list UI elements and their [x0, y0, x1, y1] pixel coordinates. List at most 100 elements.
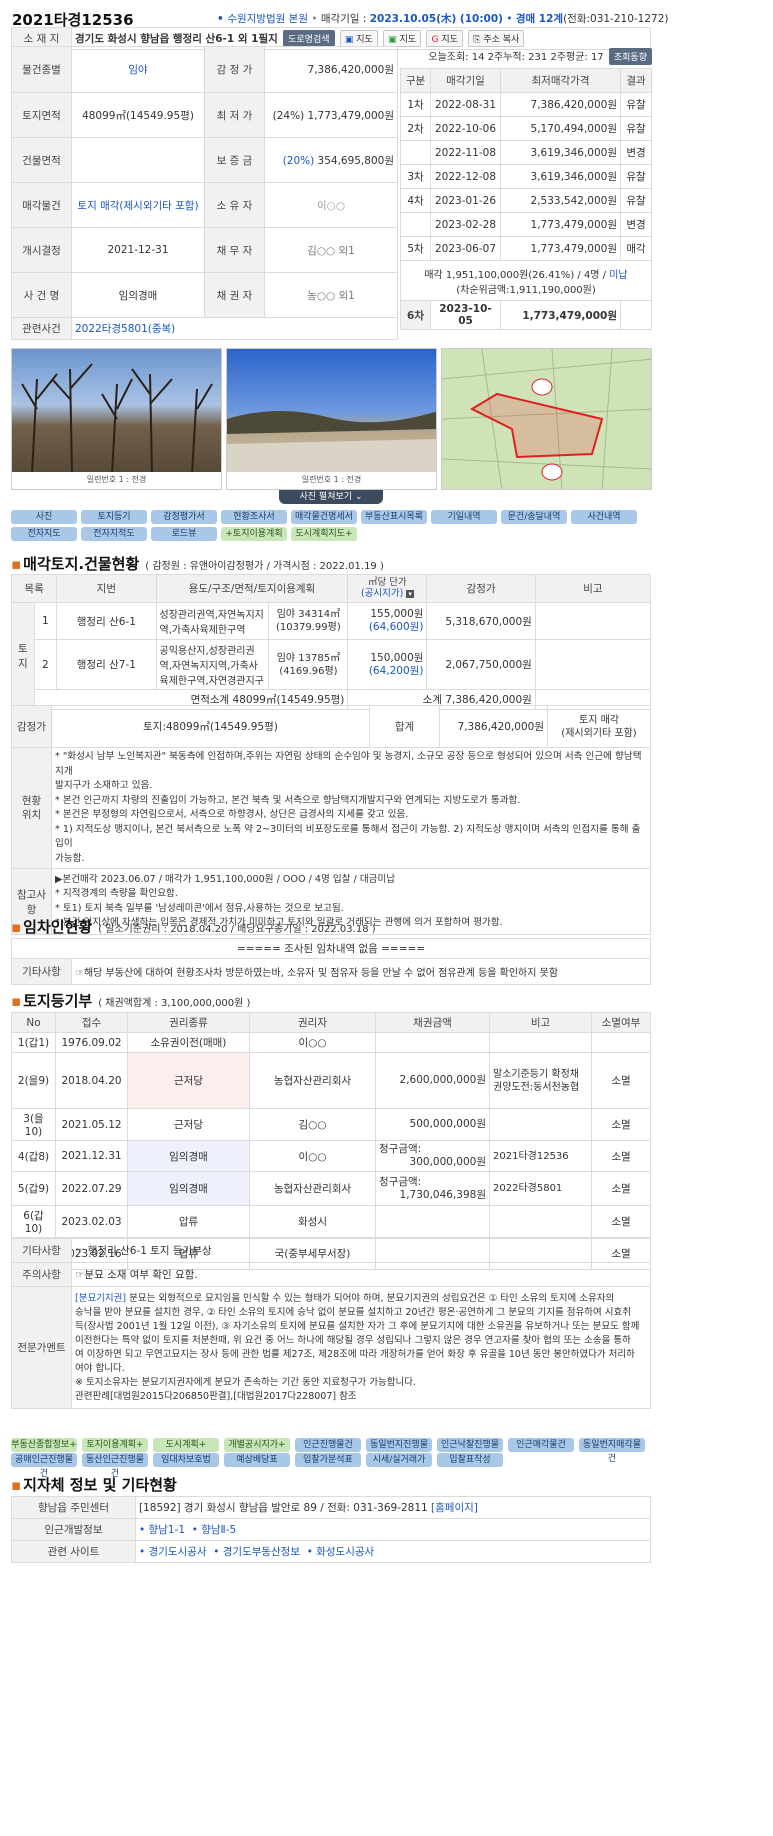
- land-table: 목록 지번 용도/구조/면적/토지이용계획 ㎡당 단가 (공시지가) ▾ 감정가 …: [10, 574, 652, 710]
- road-search-button[interactable]: 도로명검색: [283, 30, 335, 47]
- appraisal-table: 감정가 토지:48099㎡(14549.95평) 합계 7,386,420,00…: [11, 705, 651, 935]
- docrow-button[interactable]: 전자지도: [11, 527, 77, 541]
- copy-address-button[interactable]: ⎘ 주소 복사: [468, 30, 525, 47]
- sale-item[interactable]: 토지 매각(제시외기타 포함): [71, 182, 205, 228]
- docrow-button[interactable]: 현황조사서: [221, 510, 287, 524]
- docrow-button[interactable]: 사건내역: [571, 510, 637, 524]
- debtor: 김○○ 외1: [264, 227, 398, 273]
- homepage-link[interactable]: [홈페이지]: [431, 1502, 478, 1514]
- appraisal-land: 토지:48099㎡(14549.95평): [51, 705, 370, 748]
- photo-1[interactable]: 일련번호 1 : 전경: [11, 348, 222, 490]
- extrarow-button[interactable]: 도시계획+: [153, 1438, 219, 1452]
- tenant-etc: ☞해당 부동산에 대하여 현황조사차 방문하였는바, 소유자 및 점유자 등을 …: [71, 958, 651, 985]
- extrarow-button[interactable]: 임대차보호법: [153, 1453, 219, 1467]
- extrarow-button[interactable]: 예상배당표: [224, 1453, 290, 1467]
- dept-link[interactable]: 경매 12계: [516, 13, 563, 25]
- related-case-link[interactable]: 2022타경5801(중복): [71, 317, 398, 340]
- docrow-button[interactable]: 문건/송달내역: [501, 510, 567, 524]
- view-all-photos-button[interactable]: 사진 펼쳐보기 ⌄: [279, 490, 383, 504]
- docrow-button[interactable]: 부동산표시목록: [361, 510, 427, 524]
- info-icon[interactable]: ▾: [406, 590, 414, 598]
- sale-date-label: 매각기일 :: [320, 13, 370, 25]
- site-link-3[interactable]: • 화성도시공사: [307, 1546, 375, 1558]
- view-stats: 오늘조회: 14 2주누적: 231 2주평균: 17 조회동향: [400, 48, 652, 66]
- cadastral-map-image: [442, 349, 651, 489]
- map-icon: ▣: [344, 35, 354, 45]
- extrarow-button[interactable]: 인근매각물건: [508, 1438, 574, 1452]
- extrarow-button[interactable]: 인근진행물건: [295, 1438, 361, 1452]
- sold-summary: 매각 1,951,100,000원(26.41%) / 4명 / 미납 (차순위…: [400, 260, 652, 301]
- extrarow-button[interactable]: 부동산종합정보+: [11, 1438, 77, 1452]
- docrow-button[interactable]: 감정평가서: [151, 510, 217, 524]
- site-link-1[interactable]: • 경기도시공사: [139, 1546, 207, 1558]
- photo-2[interactable]: 일련번호 1 : 전경: [226, 348, 437, 490]
- registry-notes-table: 기타사항 ☞ 행정리 산6-1 토지 등기부상 주의사항 ☞분묘 소재 여부 확…: [11, 1238, 651, 1409]
- sale-date: 2023.10.05(木) (10:00): [369, 13, 503, 25]
- registry-row: 3(을10) 2021.05.12 근저당 김○○ 500,000,000원 소멸: [11, 1108, 651, 1141]
- history-row: 2022-11-08 3,619,346,000원 변경: [400, 140, 652, 165]
- history-row: 1차 2022-08-31 7,386,420,000원 유찰: [400, 92, 652, 117]
- docrow-button[interactable]: 매각물건명세서: [291, 510, 357, 524]
- location-value: 경기도 화성시 향남읍 행정리 산6-1 외 1필지: [75, 33, 278, 45]
- dev-link-1[interactable]: • 향남1-1: [139, 1524, 185, 1536]
- related-case-label: 관련사건: [11, 317, 72, 340]
- map-button-3[interactable]: G 지도: [426, 30, 463, 47]
- appraisal-sum: 7,386,420,000원: [439, 705, 548, 748]
- dev-link-2[interactable]: • 향남Ⅱ-5: [192, 1524, 237, 1536]
- history-row: 4차 2023-01-26 2,533,542,000원 유찰: [400, 188, 652, 213]
- site-link-2[interactable]: • 경기도부동산정보: [213, 1546, 300, 1558]
- view-trend-button[interactable]: 조회동향: [608, 48, 652, 65]
- docrow-button[interactable]: 토지등기: [81, 510, 147, 524]
- extrarow-button[interactable]: 입찰표작성: [437, 1453, 503, 1467]
- map-button-1[interactable]: ▣ 지도: [339, 30, 378, 47]
- docrow-button[interactable]: 사진: [11, 510, 77, 524]
- google-icon: G: [431, 35, 439, 45]
- tenant-section-title: ▪ 임차인현황( 말소기준권리 : 2018.04.20 / 배당요구종기일 : …: [11, 918, 376, 936]
- map-button-2[interactable]: ▣ 지도: [383, 30, 422, 47]
- unpaid-link[interactable]: 미납: [609, 270, 627, 281]
- docrow-button[interactable]: 로드뷰: [151, 527, 217, 541]
- chevron-down-icon: ⌄: [354, 492, 363, 502]
- extrarow-button[interactable]: 시세/실거래가: [366, 1453, 432, 1467]
- photo-1-caption: 일련번호 1 : 전경: [86, 475, 147, 484]
- extrarow-button[interactable]: 인근낙찰진행물건: [437, 1438, 503, 1464]
- extrarow-button[interactable]: 입찰가분석표: [295, 1453, 361, 1467]
- tree-image: [21, 363, 213, 475]
- land-row: 토지 1 행정리 산6-1 성장관리권역,자연녹지지역,가축사육제한구역 임야 …: [11, 602, 652, 710]
- history-row: 5차 2023-06-07 1,773,479,000원 매각: [400, 236, 652, 261]
- tenant-table: ===== 조사된 임차내역 없음 ===== 기타사항 ☞해당 부동산에 대하…: [11, 938, 651, 985]
- land-section-title: ▪ 매각토지.건물현황( 감정원 : 유앤아이감정평가 / 가격시점 : 2022…: [11, 555, 384, 573]
- deposit: (20%) 354,695,800원: [264, 137, 398, 183]
- history-row: 3차 2022-12-08 3,619,346,000원 유찰: [400, 164, 652, 189]
- expert-comment: [분묘기지권] 분묘는 외형적으로 묘지임을 인식할 수 있는 형태가 되어야 …: [71, 1286, 651, 1409]
- case-name: 임의경매: [71, 272, 205, 318]
- extrarow-button[interactable]: 동일번지매각물건: [579, 1438, 645, 1464]
- extrarow-button[interactable]: 동일번지진행물건: [366, 1438, 432, 1464]
- owner: 이○○: [264, 182, 398, 228]
- registry-row: 5(갑9) 2022.07.29 임의경매 농협자산관리회사 청구금액: 1,730,04…: [11, 1171, 651, 1206]
- docrow-button[interactable]: 도시계획지도+: [291, 527, 357, 541]
- minimum-price: (24%) 1,773,479,000원: [264, 92, 398, 138]
- dept-phone: (전화:031-210-1272): [563, 13, 669, 25]
- extrarow-button[interactable]: 개별공시지가+: [224, 1438, 290, 1452]
- registry-row: 2(을9) 2018.04.20 근저당 농협자산관리회사 2,600,000,000원…: [11, 1052, 651, 1109]
- no-tenant-message: ===== 조사된 임차내역 없음 =====: [11, 938, 651, 959]
- field-image: [227, 410, 436, 474]
- history-row: 2023-02-28 1,773,479,000원 변경: [400, 212, 652, 237]
- copy-icon: ⎘: [473, 35, 481, 45]
- court-link[interactable]: 수원지방법원 본원: [227, 13, 308, 25]
- registry-etc: ☞ 행정리 산6-1 토지 등기부상: [71, 1238, 651, 1263]
- extrarow-button[interactable]: 공매인근진행물건: [11, 1453, 77, 1479]
- docrow-button[interactable]: +토지이용계획: [221, 527, 287, 541]
- land-area: 48099㎡(14549.95평): [71, 92, 205, 138]
- extrarow-button[interactable]: 토지이용계획+: [82, 1438, 148, 1452]
- property-type: 임야: [71, 46, 205, 93]
- docrow-button[interactable]: 전자지적도: [81, 527, 147, 541]
- extrarow-button[interactable]: 동산인근진행물건: [82, 1453, 148, 1479]
- registry-table: No 접수 권리종류 권리자 채권금액 비고 소멸여부 1(갑1) 1976.09…: [11, 1012, 651, 1270]
- registry-row: 6(갑10) 2023.02.03 압류 화성시 소멸: [11, 1205, 651, 1238]
- photo-map[interactable]: [441, 348, 652, 490]
- location-description: * "화성시 남부 노인복지관" 북동측에 인접하며,주위는 자연림 상태의 순…: [51, 747, 651, 869]
- docrow-button[interactable]: 기일내역: [431, 510, 497, 524]
- registry-caution: ☞분묘 소재 여부 확인 요함.: [71, 1262, 651, 1287]
